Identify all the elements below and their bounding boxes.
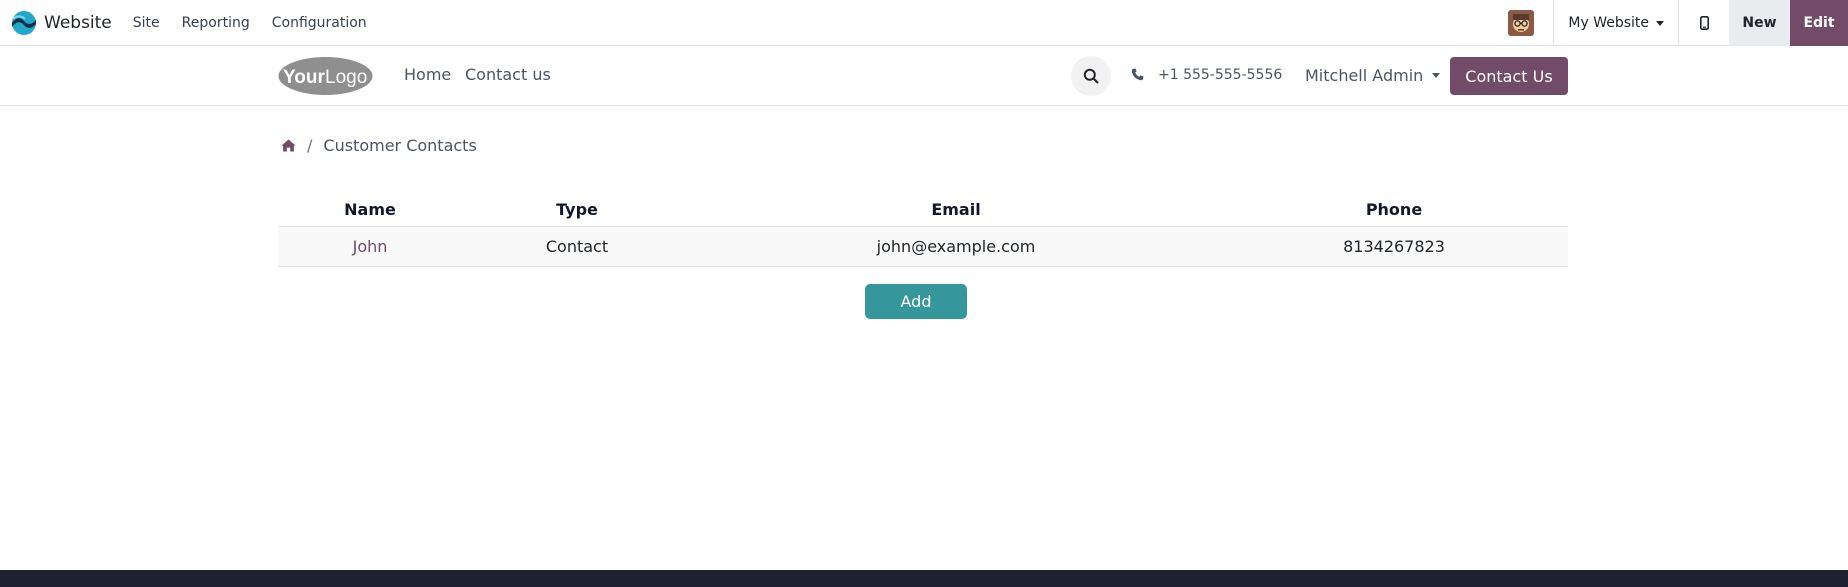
cell-phone: 8134267823 <box>1220 226 1568 267</box>
cell-type: Contact <box>462 226 692 267</box>
contact-name-link[interactable]: John <box>353 237 388 256</box>
table-row: John Contact john@example.com 8134267823 <box>278 226 1568 267</box>
admin-right-group: My Website New Edit <box>1489 0 1848 46</box>
menu-reporting[interactable]: Reporting <box>171 0 261 46</box>
mobile-preview-button[interactable] <box>1679 0 1729 46</box>
home-icon[interactable] <box>281 139 296 152</box>
website-switcher-label: My Website <box>1568 15 1649 31</box>
column-header-name: Name <box>278 193 462 227</box>
table-header-row: Name Type Email Phone <box>278 193 1568 227</box>
logo-text-logo: Logo <box>325 67 367 88</box>
menu-configuration[interactable]: Configuration <box>261 0 378 46</box>
cell-name: John <box>278 226 462 267</box>
nav-home[interactable]: Home <box>404 65 451 84</box>
nav-contact-us[interactable]: Contact us <box>465 65 551 84</box>
breadcrumb-separator: / <box>307 136 313 155</box>
edit-button[interactable]: Edit <box>1790 0 1848 46</box>
user-avatar-button[interactable] <box>1489 0 1553 46</box>
contact-us-button[interactable]: Contact Us <box>1450 57 1568 95</box>
site-logo[interactable]: Your Logo <box>277 55 374 97</box>
website-header: Your Logo Home Contact us +1 555-555-555… <box>0 47 1848 106</box>
breadcrumb-current: Customer Contacts <box>323 136 477 155</box>
app-name: Website <box>44 12 112 33</box>
contacts-table: Name Type Email Phone John Contact john@… <box>278 193 1568 267</box>
website-app-icon <box>12 10 36 35</box>
app-brand[interactable]: Website <box>0 0 122 46</box>
column-header-email: Email <box>692 193 1220 227</box>
user-name: Mitchell Admin <box>1305 66 1424 85</box>
avatar <box>1508 10 1535 36</box>
user-dropdown[interactable]: Mitchell Admin <box>1305 66 1441 85</box>
column-header-phone: Phone <box>1220 193 1568 227</box>
column-header-type: Type <box>462 193 692 227</box>
footer <box>0 570 1848 587</box>
breadcrumb: / Customer Contacts <box>281 136 477 155</box>
cell-email: john@example.com <box>692 226 1220 267</box>
menu-site[interactable]: Site <box>122 0 171 46</box>
phone-icon <box>1131 68 1144 81</box>
website-switcher[interactable]: My Website <box>1554 0 1678 46</box>
admin-navbar: Website Site Reporting Configuration My … <box>0 0 1848 46</box>
search-icon <box>1083 68 1099 84</box>
add-button[interactable]: Add <box>865 284 967 319</box>
new-button[interactable]: New <box>1729 0 1790 46</box>
phone-number[interactable]: +1 555-555-5556 <box>1158 67 1282 83</box>
mobile-icon <box>1699 16 1709 30</box>
caret-down-icon <box>1656 20 1664 26</box>
search-button[interactable] <box>1071 56 1111 96</box>
caret-down-icon <box>1432 73 1441 78</box>
logo-text-your: Your <box>283 67 325 88</box>
